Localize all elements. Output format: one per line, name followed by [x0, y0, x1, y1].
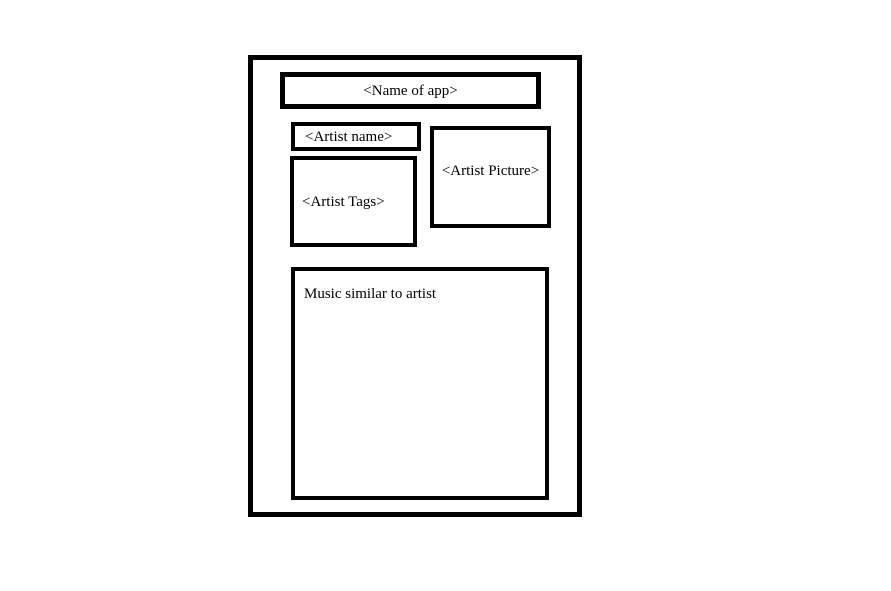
artist-picture-label: <Artist Picture>	[441, 163, 540, 179]
artist-name-box: <Artist name>	[291, 122, 421, 151]
artist-tags-box: <Artist Tags>	[290, 156, 417, 247]
app-name-label: <Name of app>	[363, 82, 458, 99]
artist-name-label: <Artist name>	[305, 128, 393, 145]
artist-picture-box: <Artist Picture>	[430, 126, 551, 228]
artist-tags-label: <Artist Tags>	[302, 193, 385, 210]
similar-music-label: Music similar to artist	[304, 286, 437, 302]
similar-music-box: Music similar to artist	[291, 267, 549, 500]
app-name-box: <Name of app>	[280, 72, 541, 109]
